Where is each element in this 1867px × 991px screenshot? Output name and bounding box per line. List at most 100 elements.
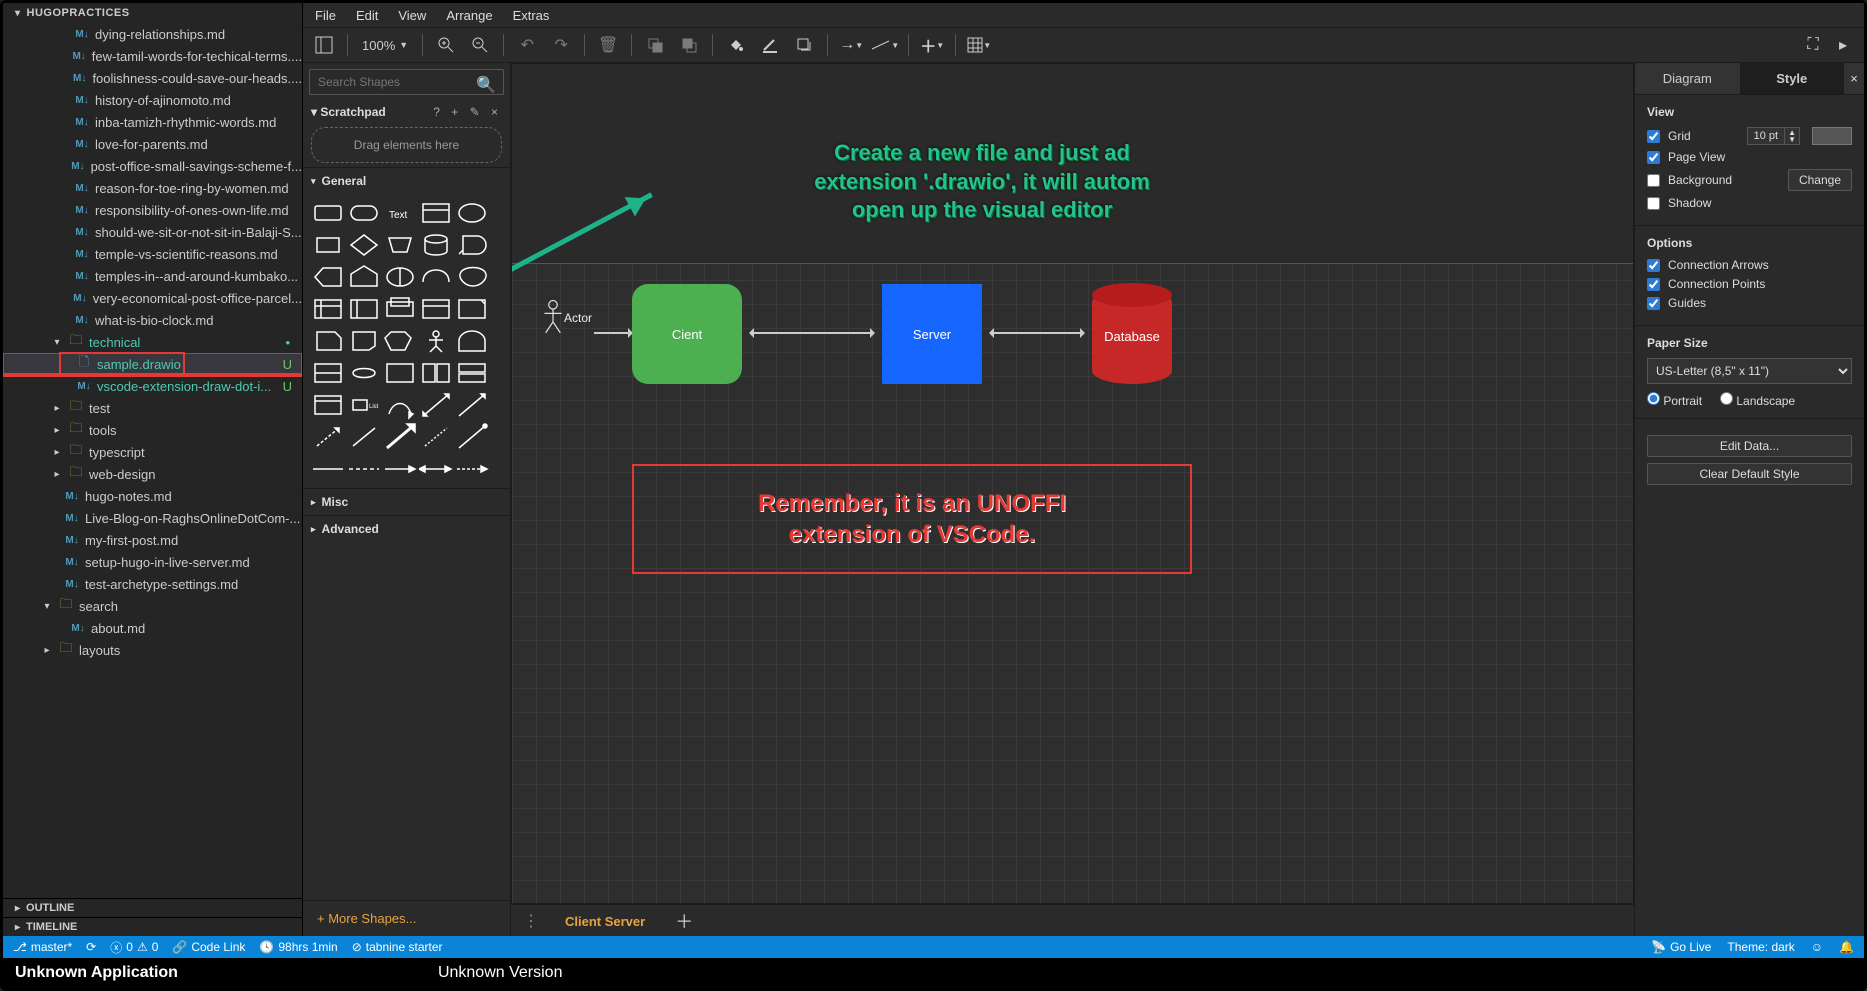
shape-thumbnail[interactable] <box>419 230 453 260</box>
shape-thumbnail[interactable] <box>419 198 453 228</box>
shape-thumbnail[interactable] <box>455 198 489 228</box>
node-client[interactable]: Cient <box>632 284 742 384</box>
file-item[interactable]: M↓setup-hugo-in-live-server.md <box>3 551 302 573</box>
fill-icon[interactable] <box>721 30 751 60</box>
table-icon[interactable]: ▼ <box>964 30 994 60</box>
explorer-title[interactable]: HUGOPRACTICES <box>3 3 302 23</box>
shape-thumbnail[interactable] <box>311 358 345 388</box>
file-item[interactable]: M↓responsibility-of-ones-own-life.md <box>3 199 302 221</box>
shape-thumbnail[interactable]: List <box>347 390 381 420</box>
change-bg-button[interactable]: Change <box>1788 169 1852 191</box>
guides-checkbox[interactable] <box>1647 297 1660 310</box>
collapse-icon[interactable]: ▸ <box>1828 30 1858 60</box>
waypoint-icon[interactable]: ▼ <box>870 30 900 60</box>
portrait-radio[interactable]: Portrait <box>1647 392 1702 408</box>
shape-thumbnail[interactable] <box>347 198 381 228</box>
line-color-icon[interactable] <box>755 30 785 60</box>
shape-thumbnail[interactable] <box>383 454 417 484</box>
add-icon[interactable]: ＋▼ <box>917 30 947 60</box>
clear-style-button[interactable]: Clear Default Style <box>1647 463 1852 485</box>
pageview-checkbox[interactable] <box>1647 151 1660 164</box>
scratchpad-title[interactable]: ▾ Scratchpad <box>311 105 386 119</box>
shape-thumbnail[interactable] <box>383 230 417 260</box>
shape-thumbnail[interactable] <box>311 294 345 324</box>
shape-thumbnail[interactable] <box>311 230 345 260</box>
paper-size-select[interactable]: US-Letter (8,5" x 11") <box>1647 358 1852 384</box>
conn-arrows-checkbox[interactable] <box>1647 259 1660 272</box>
file-sample-drawio[interactable]: 🗋sample.drawioU <box>3 353 302 375</box>
fullscreen-icon[interactable]: ⛶ <box>1798 30 1828 60</box>
tofront-icon[interactable] <box>640 30 670 60</box>
timeline-panel[interactable]: TIMELINE <box>3 917 302 936</box>
shape-thumbnail[interactable] <box>383 294 417 324</box>
menu-extras[interactable]: Extras <box>513 8 550 23</box>
shadow-icon[interactable] <box>789 30 819 60</box>
zoom-select[interactable]: 100%▼ <box>356 38 414 53</box>
shape-thumbnail[interactable] <box>455 294 489 324</box>
shape-thumbnail[interactable] <box>455 454 489 484</box>
grid-color-swatch[interactable] <box>1812 127 1852 145</box>
shape-thumbnail[interactable] <box>347 358 381 388</box>
more-shapes-button[interactable]: + More Shapes... <box>303 900 510 936</box>
problems[interactable]: ⓧ 0 ⚠ 0 <box>110 939 158 956</box>
diagram-canvas[interactable]: Create a new file and just ad extension … <box>511 63 1634 904</box>
close-panel-icon[interactable]: × <box>1844 63 1864 94</box>
file-item[interactable]: M↓my-first-post.md <box>3 529 302 551</box>
shape-thumbnail[interactable] <box>311 326 345 356</box>
shape-thumbnail[interactable] <box>311 262 345 292</box>
edge-client-server[interactable] <box>752 332 872 334</box>
file-tree[interactable]: M↓dying-relationships.mdM↓few-tamil-word… <box>3 23 302 898</box>
conn-points-checkbox[interactable] <box>1647 278 1660 291</box>
zoom-out-icon[interactable] <box>465 30 495 60</box>
go-live[interactable]: 📡 Go Live <box>1651 940 1711 954</box>
file-item[interactable]: M↓love-for-parents.md <box>3 133 302 155</box>
menu-arrange[interactable]: Arrange <box>446 8 492 23</box>
git-branch[interactable]: ⎇ master* <box>13 940 72 954</box>
file-item[interactable]: M↓Live-Blog-on-RaghsOnlineDotCom-... <box>3 507 302 529</box>
shape-thumbnail[interactable] <box>311 198 345 228</box>
menu-view[interactable]: View <box>398 8 426 23</box>
undo-icon[interactable]: ↶ <box>512 30 542 60</box>
shape-thumbnail[interactable] <box>311 422 345 452</box>
shape-thumbnail[interactable] <box>383 262 417 292</box>
tab-client-server[interactable]: Client Server <box>551 907 659 934</box>
shape-thumbnail[interactable] <box>311 454 345 484</box>
node-database[interactable]: Database <box>1092 289 1172 384</box>
file-item[interactable]: M↓hugo-notes.md <box>3 485 302 507</box>
node-actor[interactable]: Actor <box>542 289 592 345</box>
folder-search[interactable]: ▾🗀search <box>3 595 302 617</box>
tabnine[interactable]: ⊘ tabnine starter <box>352 940 443 954</box>
folder-test[interactable]: ▸🗀test <box>3 397 302 419</box>
shape-thumbnail[interactable] <box>347 262 381 292</box>
tab-add-button[interactable]: ＋ <box>665 908 703 934</box>
shape-thumbnail[interactable] <box>419 422 453 452</box>
folder-tools[interactable]: ▸🗀tools <box>3 419 302 441</box>
file-item[interactable]: M↓post-office-small-savings-scheme-f... <box>3 155 302 177</box>
shape-thumbnail[interactable] <box>419 294 453 324</box>
code-link[interactable]: 🔗 Code Link <box>172 940 245 954</box>
shape-thumbnail[interactable] <box>347 422 381 452</box>
shapes-group-advanced[interactable]: Advanced <box>303 515 510 542</box>
file-item[interactable]: M↓dying-relationships.md <box>3 23 302 45</box>
menu-file[interactable]: File <box>315 8 336 23</box>
shape-thumbnail[interactable] <box>383 422 417 452</box>
file-item[interactable]: M↓test-archetype-settings.md <box>3 573 302 595</box>
search-icon[interactable]: 🔍 <box>476 75 496 95</box>
shape-thumbnail[interactable] <box>419 262 453 292</box>
delete-icon[interactable]: 🗑 <box>593 30 623 60</box>
shape-thumbnail[interactable] <box>419 358 453 388</box>
shape-thumbnail[interactable]: Text <box>383 198 417 228</box>
file-item[interactable]: M↓foolishness-could-save-our-heads.... <box>3 67 302 89</box>
shape-thumbnail[interactable] <box>455 358 489 388</box>
file-about[interactable]: M↓about.md <box>3 617 302 639</box>
tab-diagram[interactable]: Diagram <box>1635 63 1740 94</box>
shapes-group-general[interactable]: General <box>303 167 510 194</box>
background-checkbox[interactable] <box>1647 174 1660 187</box>
node-server[interactable]: Server <box>882 284 982 384</box>
folder-web-design[interactable]: ▸🗀web-design <box>3 463 302 485</box>
folder-typescript[interactable]: ▸🗀typescript <box>3 441 302 463</box>
shape-thumbnail[interactable] <box>383 390 417 420</box>
shapes-group-misc[interactable]: Misc <box>303 488 510 515</box>
zoom-in-icon[interactable] <box>431 30 461 60</box>
feedback-icon[interactable]: ☺ <box>1811 940 1823 954</box>
